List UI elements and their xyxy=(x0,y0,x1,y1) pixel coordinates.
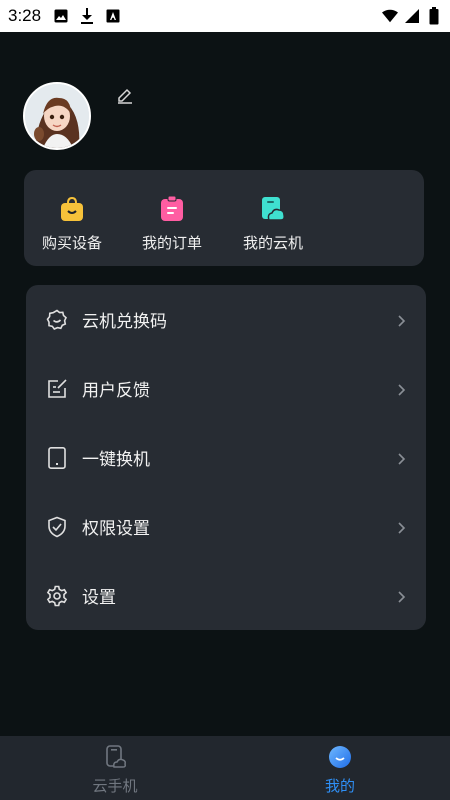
nav-label: 云手机 xyxy=(92,777,138,795)
nav-tab-cloud-phone[interactable]: 云手机 xyxy=(65,745,165,796)
chevron-right-icon xyxy=(396,313,406,327)
gear-icon xyxy=(46,585,68,607)
image-icon xyxy=(53,8,69,24)
clipboard-icon xyxy=(160,195,184,222)
quick-actions-card: 购买设备 我的订单 我的云机 xyxy=(24,170,424,266)
chevron-right-icon xyxy=(396,520,406,534)
cloud-phone-nav-icon xyxy=(103,745,127,769)
quick-action-label: 购买设备 xyxy=(41,234,102,252)
shopping-bag-icon xyxy=(60,196,84,222)
menu-item-label: 用户反馈 xyxy=(82,381,150,401)
menu-item-label: 设置 xyxy=(82,588,116,608)
quick-action-buy-device[interactable]: 购买设备 xyxy=(27,196,117,253)
feedback-edit-icon xyxy=(46,378,68,400)
menu-item-settings[interactable]: 设置 xyxy=(26,561,426,630)
nav-label: 我的 xyxy=(324,777,355,795)
quick-action-my-orders[interactable]: 我的订单 xyxy=(127,195,217,253)
quick-action-label: 我的订单 xyxy=(141,234,202,252)
avatar[interactable] xyxy=(23,82,91,150)
wifi-icon xyxy=(382,8,398,24)
menu-item-label: 云机兑换码 xyxy=(82,312,167,332)
bottom-nav: 云手机 我的 xyxy=(0,736,450,800)
chevron-right-icon xyxy=(396,451,406,465)
menu-item-label: 一键换机 xyxy=(82,450,150,470)
badge-check-icon xyxy=(46,309,68,331)
signal-icon xyxy=(404,8,420,24)
quick-action-my-cloud[interactable]: 我的云机 xyxy=(228,196,318,253)
chevron-right-icon xyxy=(396,382,406,396)
menu-card: 云机兑换码 用户反馈 一键换机 权限设置 设置 xyxy=(26,285,426,630)
phone-icon xyxy=(46,446,68,469)
me-face-icon xyxy=(328,745,352,769)
menu-item-switch-device[interactable]: 一键换机 xyxy=(26,423,426,492)
status-bar: 3:28 xyxy=(0,0,450,32)
cloud-phone-icon xyxy=(261,196,285,222)
profile-section xyxy=(23,82,91,150)
chevron-right-icon xyxy=(396,589,406,603)
menu-item-label: 权限设置 xyxy=(82,519,150,539)
download-icon xyxy=(79,8,95,24)
shield-check-icon xyxy=(46,516,68,538)
nav-tab-me[interactable]: 我的 xyxy=(290,745,390,796)
edit-icon[interactable] xyxy=(116,86,134,104)
menu-item-permissions[interactable]: 权限设置 xyxy=(26,492,426,561)
menu-item-feedback[interactable]: 用户反馈 xyxy=(26,354,426,423)
status-time: 3:28 xyxy=(8,6,42,25)
battery-icon xyxy=(426,7,442,25)
quick-action-label: 我的云机 xyxy=(242,234,303,252)
font-a-icon xyxy=(105,8,121,24)
menu-item-redeem-code[interactable]: 云机兑换码 xyxy=(26,285,426,354)
